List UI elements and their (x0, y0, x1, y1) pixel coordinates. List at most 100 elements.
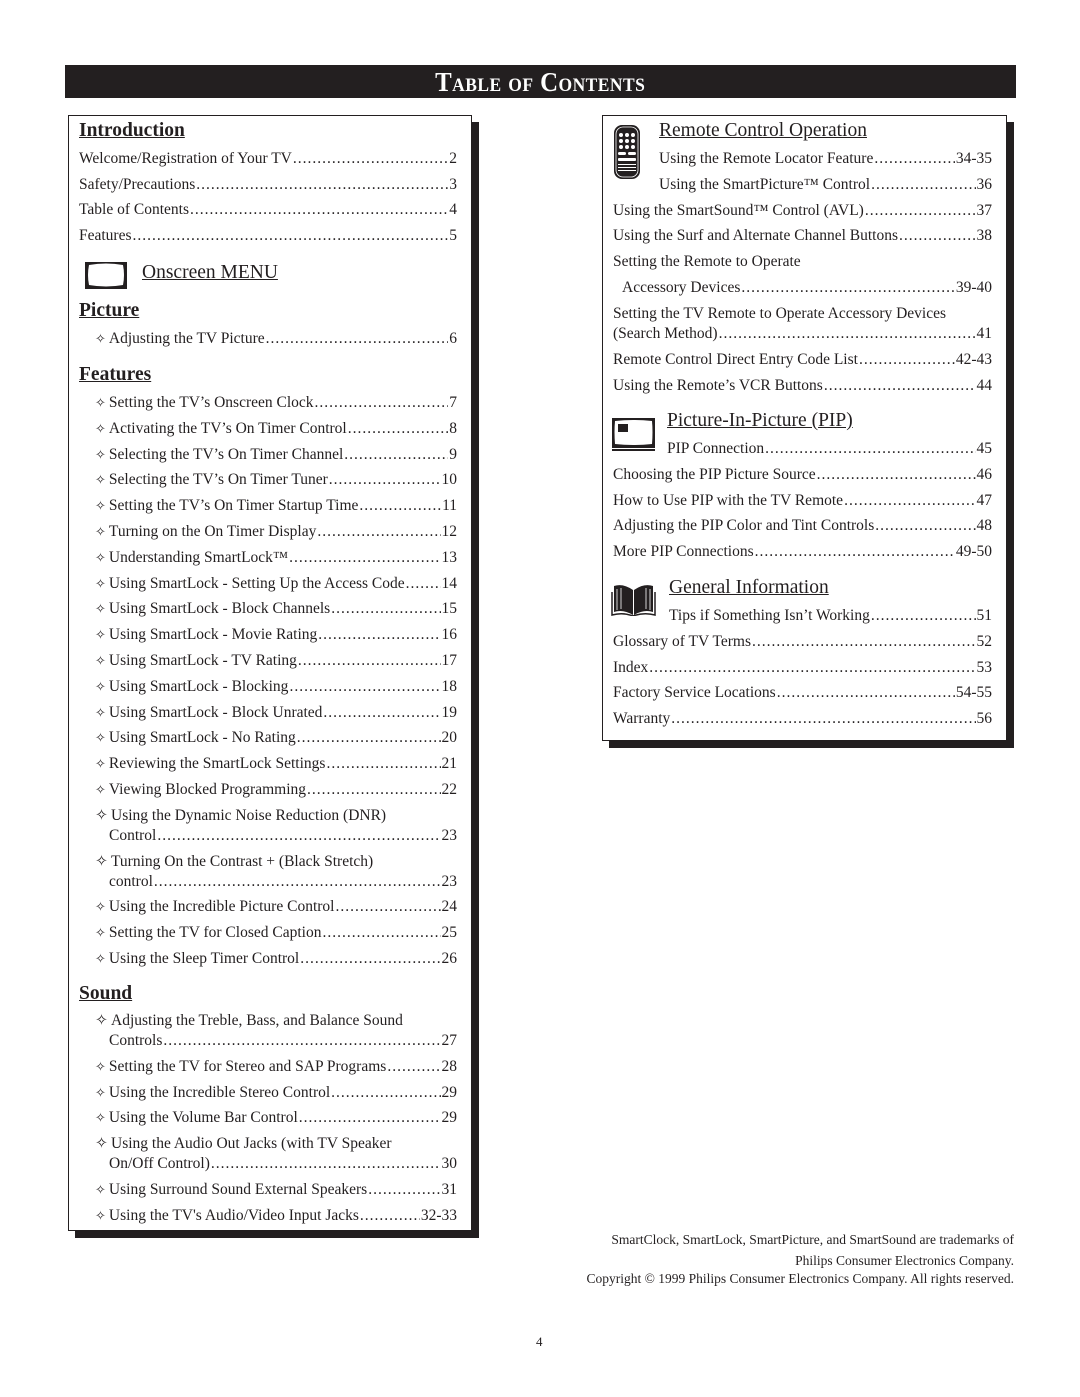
toc-entry-title: Selecting the TV’s On Timer Tuner (108, 471, 328, 489)
bullet-icon: ✧ (95, 852, 108, 870)
section-heading-general-information: General Information (669, 577, 829, 598)
dot-leader (293, 150, 448, 168)
toc-entry-title: Remote Control Direct Entry Code List (613, 350, 858, 368)
toc-entry[interactable]: ✧Setting the TV’s Onscreen Clock 7 (95, 394, 457, 412)
toc-entry[interactable]: ✧ Setting the TV for Stereo and SAP Progr… (95, 1058, 457, 1076)
toc-entry[interactable]: Features 5 (79, 227, 457, 245)
toc-entry-title: Using the SmartSound™ Control (AVL) (613, 201, 864, 219)
dot-leader (649, 659, 975, 677)
toc-entry[interactable]: Remote Control Direct Entry Code List 42-… (613, 351, 992, 369)
toc-entry-page-number: 53 (976, 658, 993, 676)
toc-entry[interactable]: Safety/Precautions 3 (79, 176, 457, 194)
toc-entry[interactable]: Control 23 (109, 827, 457, 845)
toc-entry[interactable]: ✧Using the Sleep Timer Control 26 (95, 950, 457, 968)
page-number: 4 (536, 1334, 543, 1349)
toc-entry-title: Using SmartLock - No Rating (108, 729, 296, 747)
toc-entry[interactable]: ✧Using Surround Sound External Speakers 3… (95, 1181, 457, 1199)
toc-entry-page-number: 45 (976, 440, 993, 457)
toc-entry-title: Using SmartLock - Movie Rating (108, 626, 318, 644)
bullet-icon: ✧ (95, 925, 106, 941)
toc-entry[interactable]: More PIP Connections 49-50 (613, 543, 992, 561)
toc-entry[interactable]: Tips if Something Isn’t Working 51 (669, 607, 992, 625)
dot-leader (871, 607, 976, 625)
toc-entry-page-number: 56 (976, 710, 993, 728)
toc-entry[interactable]: ✧Using SmartLock - Movie Rating 16 (95, 626, 457, 644)
toc-entry[interactable]: ✧Understanding SmartLock™ 13 (95, 549, 457, 567)
dot-leader (844, 492, 975, 510)
toc-entry[interactable]: Factory Service Locations 54-55 (613, 684, 992, 702)
toc-entry[interactable]: ✧Using SmartLock - TV Rating 17 (95, 652, 457, 670)
toc-entry[interactable]: PIP Connection 45 (667, 440, 992, 458)
toc-entry[interactable]: On/Off Control) 30 (109, 1155, 457, 1173)
toc-entry[interactable]: ✧Viewing Blocked Programming 22 (95, 781, 457, 799)
toc-entry[interactable]: Choosing the PIP Picture Source 46 (613, 466, 992, 484)
bullet-icon: ✧ (95, 1135, 108, 1153)
toc-entry-title: Table of Contents (79, 201, 189, 219)
toc-entry[interactable]: Using the Surf and Alternate Channel But… (613, 227, 992, 245)
toc-entry[interactable]: How to Use PIP with the TV Remote 47 (613, 492, 992, 510)
toc-entry[interactable]: Accessory Devices 39-40 (622, 279, 992, 297)
toc-entry[interactable]: ✧Selecting the TV’s On Timer Tuner 10 (95, 471, 457, 489)
toc-entry[interactable]: ✧Using SmartLock - Blocking 18 (95, 678, 457, 696)
toc-entry[interactable]: Using the SmartSound™ Control (AVL) 37 (613, 202, 992, 220)
toc-entry[interactable]: ✧Activating the TV’s On Timer Control 8 (95, 420, 457, 438)
toc-entry[interactable]: ✧Turning on the On Timer Display 12 (95, 523, 457, 541)
toc-entry-first-line[interactable]: ✧ Turning On the Contrast + (Black Stretc… (95, 853, 373, 871)
toc-entry-title: Setting the TV’s On Timer Startup Time (108, 497, 359, 515)
toc-entry[interactable]: ✧Using SmartLock - Block Unrated 19 (95, 704, 457, 722)
bullet-icon: ✧ (95, 782, 106, 797)
toc-entry[interactable]: ✧Using SmartLock - Block Channels 15 (95, 600, 457, 618)
toc-entry[interactable]: (Search Method) 41 (613, 325, 992, 343)
toc-entry-page-number: 11 (442, 497, 457, 515)
toc-entry-title: Turning On the Contrast + (Black Stretch… (111, 852, 374, 870)
toc-entry-first-line[interactable]: ✧ Using the Audio Out Jacks (with TV Spea… (95, 1135, 392, 1153)
toc-entry[interactable]: ✧Reviewing the SmartLock Settings 21 (95, 755, 457, 773)
toc-entry[interactable]: ✧Setting the TV for Closed Caption 25 (95, 924, 457, 942)
toc-entry-title-continued: (Search Method) (613, 325, 718, 342)
toc-entry-page-number: 19 (441, 703, 458, 721)
dot-leader (387, 1058, 440, 1076)
bullet-icon: ✧ (95, 549, 106, 565)
toc-entry[interactable]: Adjusting the PIP Color and Tint Control… (613, 517, 992, 535)
toc-entry-page-number: 37 (976, 201, 993, 219)
toc-entry[interactable]: ✧Selecting the TV’s On Timer Channel 9 (95, 446, 457, 464)
toc-entry-title: Using the Sleep Timer Control (108, 950, 300, 967)
dot-leader (671, 710, 975, 728)
dot-leader (348, 420, 449, 438)
toc-entry-page-number: 49-50 (955, 543, 992, 561)
toc-entry-page-number: 48 (976, 517, 993, 535)
toc-entry[interactable]: Controls 27 (109, 1032, 457, 1050)
toc-entry-first-line[interactable]: ✧ Adjusting the Treble, Bass, and Balance… (95, 1012, 403, 1030)
toc-entry[interactable]: Warranty 56 (613, 710, 992, 728)
toc-entry[interactable]: ✧Using the Incredible Stereo Control 29 (95, 1084, 457, 1102)
toc-entry-page-number: 9 (449, 445, 457, 463)
dot-leader (859, 351, 955, 369)
toc-entry[interactable]: Table of Contents 4 (79, 201, 457, 219)
toc-entry[interactable]: ✧Using the Incredible Picture Control 24 (95, 898, 457, 916)
toc-entry[interactable]: ✧Setting the TV’s On Timer Startup Time 1… (95, 497, 457, 515)
toc-entry-page-number: 3 (449, 175, 457, 193)
toc-entry[interactable]: Using the Remote’s VCR Buttons 44 (613, 377, 992, 395)
toc-entry-title: Using the Remote Locator Feature (659, 150, 874, 167)
toc-entry[interactable]: Using the SmartPicture™ Control 36 (659, 176, 992, 194)
toc-entry[interactable]: ✧Adjusting the TV Picture 6 (95, 330, 457, 348)
toc-entry-title: Using the Volume Bar Control (108, 1109, 298, 1127)
toc-entry[interactable]: ✧ Using SmartLock - Setting Up the Access… (95, 575, 457, 593)
toc-entry[interactable]: ✧Using the Volume Bar Control 29 (95, 1109, 457, 1127)
toc-entry[interactable]: ✧Using SmartLock - No Rating 20 (95, 729, 457, 747)
toc-entry-title: Using SmartLock - Setting Up the Access … (108, 574, 405, 592)
toc-entry-page-number: 47 (976, 491, 993, 509)
toc-entry[interactable]: control 23 (109, 873, 457, 891)
toc-entry-page-number: 46 (976, 465, 993, 483)
toc-entry[interactable]: Welcome/Registration of Your TV 2 (79, 150, 457, 168)
toc-entry-first-line[interactable]: Setting the Remote to Operate (613, 253, 801, 271)
toc-entry[interactable]: ✧Using the TV's Audio/Video Input Jacks 3… (95, 1207, 457, 1225)
copyright-notice: Copyright © 1999 Philips Consumer Electr… (586, 1271, 1014, 1286)
dot-leader (157, 827, 440, 845)
toc-entry-first-line[interactable]: ✧ Using the Dynamic Noise Reduction (DNR) (95, 807, 386, 825)
toc-entry-first-line[interactable]: Setting the TV Remote to Operate Accesso… (613, 305, 946, 323)
toc-entry[interactable]: Index 53 (613, 659, 992, 677)
toc-entry[interactable]: Using the Remote Locator Feature 34-35 (659, 150, 992, 168)
toc-entry[interactable]: Glossary of TV Terms 52 (613, 633, 992, 651)
toc-entry-page-number: 24 (441, 898, 458, 916)
